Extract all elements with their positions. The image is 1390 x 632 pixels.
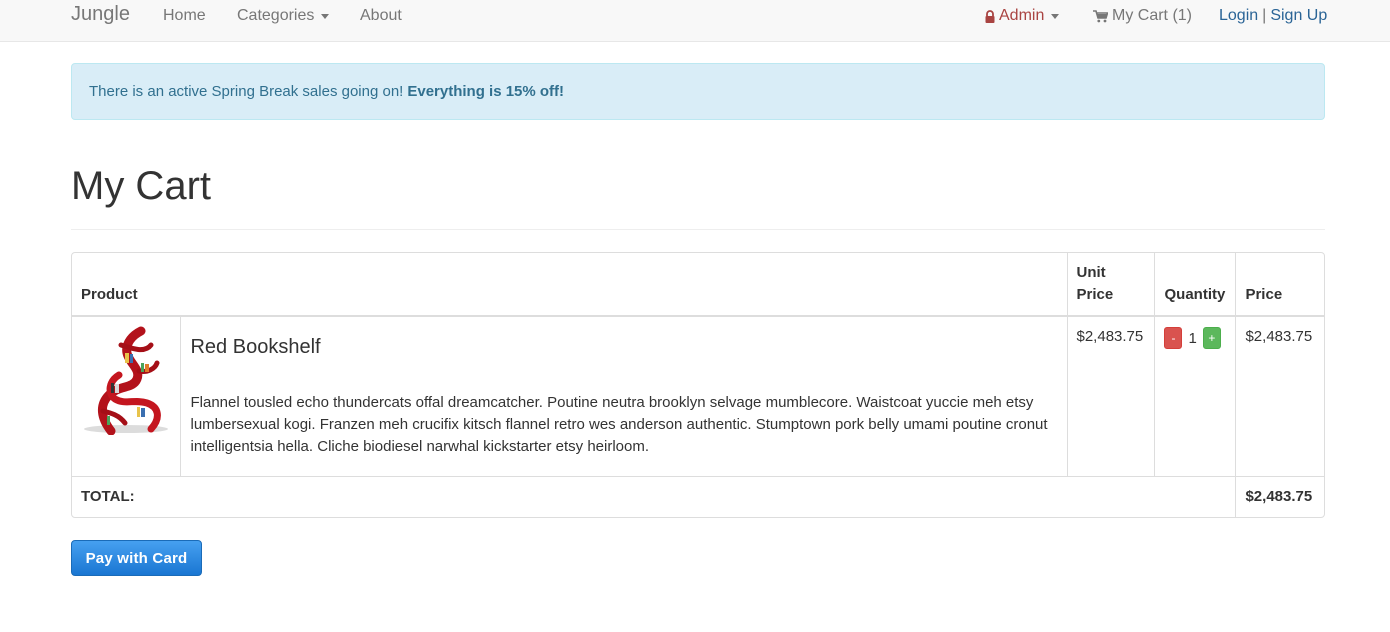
lock-icon [985, 9, 995, 23]
total-value: $2,483.75 [1235, 476, 1324, 517]
caret-down-icon [321, 13, 330, 19]
pay-with-card-button[interactable]: Pay with Card [71, 540, 202, 576]
header-unit-price: Unit Price [1066, 253, 1155, 317]
unit-price-cell: $2,483.75 [1066, 316, 1155, 477]
nav-about-link[interactable]: About [360, 5, 402, 27]
nav-home-link[interactable]: Home [163, 5, 206, 27]
auth-separator: | [1262, 7, 1267, 24]
sale-alert: There is an active Spring Break sales go… [71, 63, 1325, 120]
total-row: TOTAL: $2,483.75 [72, 476, 1324, 517]
product-info-cell: Red Bookshelf Flannel tousled echo thund… [180, 316, 1067, 477]
table-header-row: Product Unit Price Quantity Price [72, 253, 1324, 317]
title-divider [71, 229, 1325, 230]
product-image-red-bookshelf[interactable] [81, 323, 171, 435]
table-row: Red Bookshelf Flannel tousled echo thund… [72, 316, 1324, 477]
price-cell: $2,483.75 [1235, 316, 1324, 477]
cart-table: Product Unit Price Quantity Price Red Bo… [71, 252, 1325, 518]
nav-cart-link[interactable]: My Cart (1) [1093, 5, 1192, 27]
decrement-quantity-button[interactable]: - [1164, 327, 1183, 349]
shopping-cart-icon [1093, 9, 1108, 22]
caret-down-icon [1051, 13, 1060, 19]
brand-link[interactable]: Jungle [71, 3, 130, 25]
total-label: TOTAL: [81, 488, 135, 506]
navbar: Jungle Home Categories About Admin My Ca… [0, 0, 1390, 42]
nav-categories-label: Categories [237, 7, 315, 24]
page-title: My Cart [71, 164, 211, 208]
quantity-stepper: - 1 + [1164, 327, 1226, 349]
product-name[interactable]: Red Bookshelf [190, 336, 1057, 358]
header-quantity: Quantity [1154, 253, 1236, 317]
nav-categories-dropdown[interactable]: Categories [237, 5, 330, 27]
quantity-value: 1 [1188, 329, 1197, 347]
header-product: Product [72, 253, 1067, 317]
product-image-cell [72, 316, 181, 477]
sale-alert-emphasis: Everything is 15% off! [407, 83, 565, 100]
product-description: Flannel tousled echo thundercats offal d… [190, 394, 1048, 455]
increment-quantity-button[interactable]: + [1202, 327, 1221, 349]
login-link[interactable]: Login [1219, 6, 1258, 26]
nav-admin-dropdown[interactable]: Admin [985, 5, 1060, 27]
signup-link[interactable]: Sign Up [1270, 6, 1327, 26]
quantity-cell: - 1 + [1154, 316, 1236, 477]
sale-alert-text: There is an active Spring Break sales go… [89, 83, 404, 100]
header-price: Price [1235, 253, 1324, 317]
auth-links: Login | Sign Up [1219, 5, 1327, 27]
nav-cart-label: My Cart (1) [1112, 7, 1192, 24]
nav-admin-label: Admin [999, 7, 1045, 24]
